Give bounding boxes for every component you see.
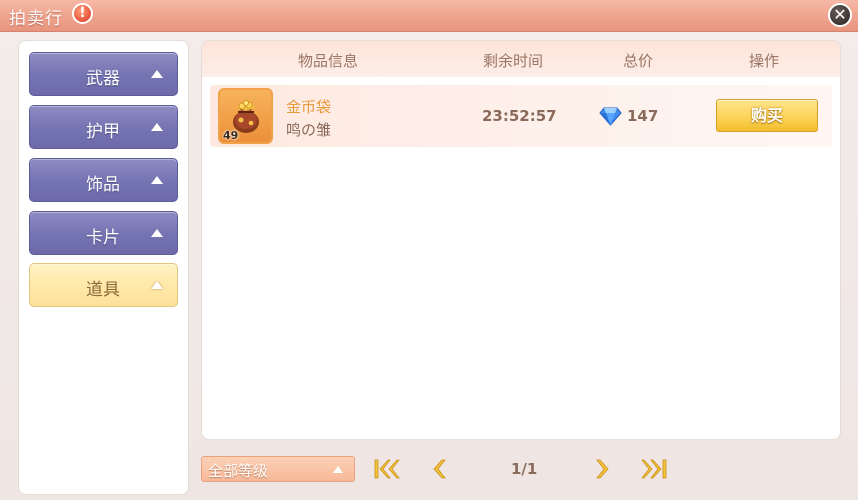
category-label: 道具 [86,280,120,300]
diamond-icon [599,107,622,126]
close-icon[interactable]: ✕ [828,3,852,27]
category-panel: 武器 护甲 饰品 卡片 道具 [18,40,189,495]
category-label: 卡片 [86,228,120,248]
category-label: 护甲 [86,122,120,142]
expand-arrow-icon [151,123,163,131]
header-item-info: 物品信息 [298,52,359,70]
header-total-price: 总价 [623,52,654,70]
item-slot[interactable]: 49 [218,88,273,144]
category-label: 武器 [86,69,120,89]
table-row[interactable]: 49 金币袋 鸣の雏 23:52:57 147 购买 [210,85,832,147]
expand-arrow-icon [151,176,163,184]
next-page-icon[interactable] [594,457,612,481]
buy-button[interactable]: 购买 [716,99,818,132]
title-bar: 拍卖行 ! ✕ [0,0,858,32]
category-item-button[interactable]: 道具 [29,263,178,307]
first-page-icon[interactable] [373,457,401,481]
expand-arrow-icon [151,281,163,289]
item-name: 金币袋 [286,98,332,116]
category-armor-button[interactable]: 护甲 [29,105,178,149]
level-filter-label: 全部等级 [208,462,269,480]
level-filter-dropdown[interactable]: 全部等级 [201,456,355,482]
help-icon[interactable]: ! [72,3,93,24]
expand-arrow-icon [151,229,163,237]
category-label: 饰品 [86,175,120,195]
dropdown-arrow-icon [333,466,343,473]
last-page-icon[interactable] [640,457,668,481]
seller-name: 鸣の雏 [286,121,332,139]
header-action: 操作 [749,52,780,70]
previous-page-icon[interactable] [430,457,448,481]
expand-arrow-icon [151,70,163,78]
window-title: 拍卖行 [9,9,63,29]
category-accessory-button[interactable]: 饰品 [29,158,178,202]
price-value: 147 [627,107,659,125]
time-left: 23:52:57 [482,107,557,125]
auction-house-window: 拍卖行 ! ✕ 武器 护甲 饰品 卡片 道具 物品信息 剩余时间 总价 操作 4… [0,0,858,500]
category-card-button[interactable]: 卡片 [29,211,178,255]
page-indicator: 1/1 [511,460,538,478]
listing-panel: 物品信息 剩余时间 总价 操作 49 金币袋 鸣の雏 23:52:57 147 … [201,40,841,440]
header-time-left: 剩余时间 [483,52,544,70]
item-quantity: 49 [223,129,239,142]
table-header: 物品信息 剩余时间 总价 操作 [202,41,840,77]
category-weapon-button[interactable]: 武器 [29,52,178,96]
